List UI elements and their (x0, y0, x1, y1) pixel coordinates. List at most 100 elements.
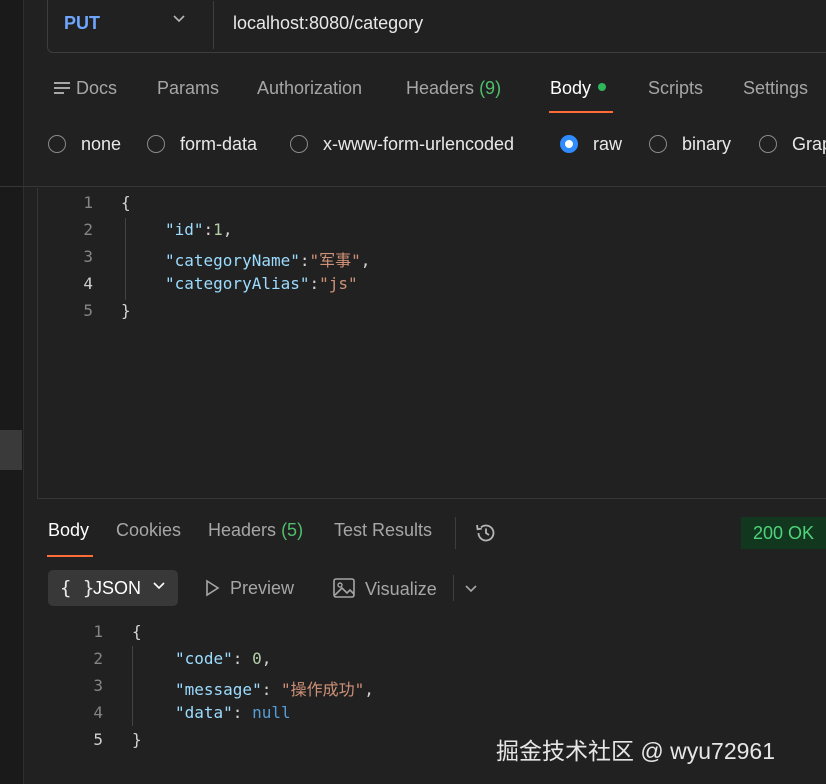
code-line: "id":1, (165, 220, 232, 247)
json-key: "data" (175, 703, 233, 722)
play-icon (206, 579, 220, 597)
code-line: } (121, 301, 131, 328)
url-input[interactable]: localhost:8080/category (233, 13, 423, 34)
open-brace: { (121, 193, 131, 212)
chevron-down-icon (152, 578, 166, 597)
code-line: "categoryAlias":"js" (165, 274, 358, 301)
visualize-button[interactable]: Visualize (333, 578, 437, 600)
tab-docs[interactable]: Docs (54, 78, 117, 99)
line-number: 4 (93, 703, 103, 722)
line-number: 1 (83, 193, 93, 212)
toolbar-separator (453, 575, 454, 601)
tab-settings[interactable]: Settings (743, 78, 808, 99)
line-number: 3 (93, 676, 103, 695)
format-label: JSON (93, 578, 142, 598)
toolbar-separator (455, 517, 456, 549)
tab-label: Body (550, 78, 592, 98)
json-string: "操作成功" (280, 680, 365, 699)
response-format-dropdown[interactable]: { } JSON (48, 570, 178, 606)
tab-body[interactable]: Body (550, 78, 607, 99)
radio-circle-checked[interactable] (560, 135, 578, 153)
tab-headers[interactable]: Headers (9) (406, 78, 501, 99)
request-url-bar: PUT localhost:8080/category (47, 0, 826, 53)
json-colon: : (203, 220, 214, 239)
code-line: { (121, 193, 131, 220)
line-number: 2 (83, 220, 93, 239)
radio-circle[interactable] (290, 135, 308, 153)
radio-label: form-data (180, 134, 258, 154)
sidebar-selected-indicator[interactable] (0, 430, 22, 470)
tab-label: Scripts (648, 78, 704, 98)
json-colon: : (232, 703, 253, 722)
json-colon: : (299, 251, 310, 270)
json-comma: , (222, 220, 233, 239)
json-number: 0 (252, 649, 262, 668)
radio-label: raw (593, 134, 623, 154)
chevron-down-icon[interactable] (463, 580, 479, 601)
close-brace: } (132, 730, 142, 749)
history-icon[interactable] (474, 521, 498, 545)
left-sidebar-strip (0, 0, 24, 784)
response-tab-test-results[interactable]: Test Results (334, 520, 432, 541)
tab-label: Params (157, 78, 220, 98)
headers-count: (9) (479, 78, 502, 98)
line-number: 2 (93, 649, 103, 668)
response-tab-body[interactable]: Body (48, 520, 89, 541)
active-response-tab-underline (47, 555, 93, 557)
visualize-label: Visualize (365, 579, 437, 599)
radio-label: none (81, 134, 122, 154)
json-comma: , (360, 251, 371, 270)
preview-label: Preview (230, 578, 295, 598)
radio-circle[interactable] (759, 135, 777, 153)
code-line: "categoryName":"军事", (165, 247, 370, 274)
headers-count: (5) (281, 520, 304, 540)
status-badge: 200 OK (741, 517, 826, 549)
response-tab-cookies[interactable]: Cookies (116, 520, 181, 541)
tab-label: Authorization (257, 78, 363, 98)
radio-circle[interactable] (48, 135, 66, 153)
chevron-down-icon[interactable] (172, 11, 186, 30)
active-tab-underline (549, 111, 613, 113)
indent-guide (125, 218, 126, 300)
tab-scripts[interactable]: Scripts (648, 78, 703, 99)
tab-params[interactable]: Params (157, 78, 219, 99)
image-icon (333, 578, 355, 598)
line-number: 3 (83, 247, 93, 266)
code-line: { (132, 622, 142, 649)
json-colon: : (309, 274, 320, 293)
code-line: } (132, 730, 142, 757)
docs-icon (54, 81, 70, 95)
json-colon: : (232, 649, 253, 668)
json-key: "id" (165, 220, 204, 239)
line-number: 5 (93, 730, 103, 749)
json-comma: , (261, 649, 272, 668)
tab-label: Headers (208, 520, 277, 540)
tab-label: Headers (406, 78, 475, 98)
line-number: 1 (93, 622, 103, 641)
json-key: "message" (175, 680, 262, 699)
open-brace: { (132, 622, 142, 641)
url-separator (213, 1, 214, 49)
radio-circle[interactable] (147, 135, 165, 153)
close-brace: } (121, 301, 131, 320)
json-string: "军事" (309, 251, 361, 270)
json-key: "categoryName" (165, 251, 300, 270)
radio-label: Grap (792, 134, 826, 154)
http-method-select[interactable]: PUT (64, 13, 100, 34)
radio-label: binary (682, 134, 732, 154)
code-line: "message": "操作成功", (175, 676, 374, 703)
response-tab-headers[interactable]: Headers (5) (208, 520, 303, 541)
code-line: "data": null (175, 703, 291, 730)
preview-button[interactable]: Preview (204, 578, 294, 599)
code-line: "code": 0, (175, 649, 271, 676)
json-key: "categoryAlias" (165, 274, 310, 293)
section-divider (0, 186, 826, 187)
json-key: "code" (175, 649, 233, 668)
json-comma: , (364, 680, 374, 699)
tab-authorization[interactable]: Authorization (257, 78, 362, 99)
json-colon: : (261, 680, 281, 699)
radio-circle[interactable] (649, 135, 667, 153)
json-number: 1 (213, 220, 223, 239)
json-string: "js" (319, 274, 358, 293)
request-body-editor[interactable]: 1 2 3 4 5 { "id":1, "categoryName":"军事",… (37, 188, 826, 499)
